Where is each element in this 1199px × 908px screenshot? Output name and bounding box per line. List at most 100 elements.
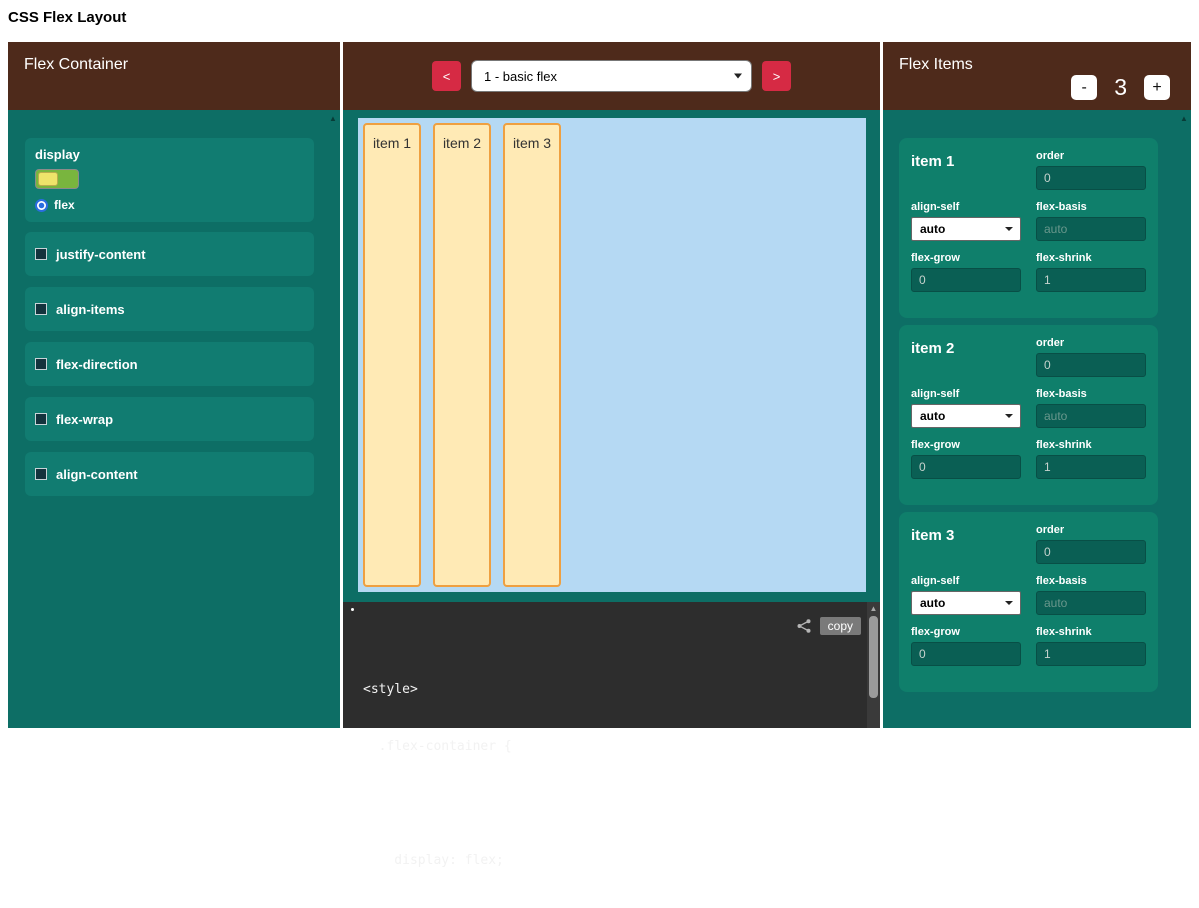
code-viewer: <style> .flex-container { display: flex;… [343,602,880,728]
display-label: display [35,147,304,162]
scroll-up-icon[interactable]: ▲ [1178,114,1190,124]
flex-basis-field: flex-basis [1036,388,1146,428]
flex-grow-input[interactable] [911,268,1021,292]
item-count: 3 [1114,74,1127,101]
flex-direction-checkbox[interactable] [35,358,47,370]
align-self-field: align-self auto [911,575,1021,615]
flex-shrink-field: flex-shrink [1036,626,1146,666]
flex-grow-field: flex-grow [911,626,1021,666]
example-select[interactable]: 1 - basic flex [471,60,752,92]
flex-items-body: item 1 order align-self auto [883,110,1191,728]
item-card-3: item 3 order align-self auto [899,512,1158,692]
code-line [363,794,860,813]
flex-shrink-input[interactable] [1036,642,1146,666]
align-self-select[interactable]: auto [911,217,1021,241]
flex-container-panel: Flex Container display flex justify-cont… [8,42,340,728]
justify-content-checkbox[interactable] [35,248,47,260]
flex-basis-input[interactable] [1036,591,1146,615]
order-label: order [1036,150,1146,162]
flex-grow-label: flex-grow [911,439,1021,451]
next-example-button[interactable]: > [762,61,791,91]
option-flex-direction: flex-direction [25,342,314,386]
flex-items-title: Flex Items [899,56,973,74]
scroll-up-icon[interactable]: ▲ [327,114,339,124]
copy-button[interactable]: copy [820,617,861,635]
flex-demo-container: item 1 item 2 item 3 [358,118,866,592]
flex-wrap-label: flex-wrap [56,412,113,427]
page-title: CSS Flex Layout [8,9,126,26]
item-card-title: item 1 [911,150,1021,190]
align-self-label: align-self [911,201,1021,213]
flex-items-panel: Flex Items - 3 + item 1 order align-self [883,42,1191,728]
flex-basis-label: flex-basis [1036,201,1146,213]
flex-grow-label: flex-grow [911,626,1021,638]
item-card-title: item 2 [911,337,1021,377]
align-content-checkbox[interactable] [35,468,47,480]
align-items-checkbox[interactable] [35,303,47,315]
preview-body: item 1 item 2 item 3 <style> .flex-conta… [343,110,880,728]
flex-container-header: Flex Container [8,42,340,110]
item-card-1: item 1 order align-self auto [899,138,1158,318]
flex-grow-label: flex-grow [911,252,1021,264]
order-field: order [1036,337,1146,377]
remove-item-button[interactable]: - [1071,75,1097,100]
flex-container-body: display flex justify-content align-items [8,110,340,728]
flex-basis-label: flex-basis [1036,575,1146,587]
flex-grow-input[interactable] [911,455,1021,479]
align-self-field: align-self auto [911,388,1021,428]
align-items-label: align-items [56,302,125,317]
item-card-title: item 3 [911,524,1021,564]
order-label: order [1036,524,1146,536]
flex-demo-item: item 3 [503,123,561,587]
scroll-up-icon[interactable]: ▲ [867,604,880,614]
code-cursor-dot [351,608,354,611]
order-field: order [1036,150,1146,190]
flex-shrink-label: flex-shrink [1036,439,1146,451]
flex-shrink-input[interactable] [1036,268,1146,292]
prev-example-button[interactable]: < [432,61,461,91]
flex-shrink-field: flex-shrink [1036,439,1146,479]
flex-grow-field: flex-grow [911,439,1021,479]
flex-basis-label: flex-basis [1036,388,1146,400]
flex-radio[interactable] [35,199,48,212]
flex-basis-input[interactable] [1036,217,1146,241]
flex-items-header: Flex Items - 3 + [883,42,1191,110]
display-group: display flex [25,138,314,222]
option-align-content: align-content [25,452,314,496]
code-scrollbar-thumb[interactable] [869,616,878,698]
flex-basis-field: flex-basis [1036,201,1146,241]
flex-shrink-label: flex-shrink [1036,252,1146,264]
item-card-2: item 2 order align-self auto [899,325,1158,505]
justify-content-label: justify-content [56,247,146,262]
example-selector-bar: < 1 - basic flex > [343,42,880,110]
flex-basis-input[interactable] [1036,404,1146,428]
code-block: <style> .flex-container { display: flex; [343,602,880,908]
flex-radio-label: flex [54,198,75,212]
display-toggle-knob [38,172,58,186]
flex-grow-field: flex-grow [911,252,1021,292]
flex-shrink-input[interactable] [1036,455,1146,479]
order-input[interactable] [1036,540,1146,564]
align-self-select[interactable]: auto [911,591,1021,615]
order-input[interactable] [1036,166,1146,190]
code-scrollbar[interactable]: ▲ [867,602,880,728]
align-self-select[interactable]: auto [911,404,1021,428]
order-input[interactable] [1036,353,1146,377]
flex-direction-label: flex-direction [56,357,138,372]
order-label: order [1036,337,1146,349]
align-self-field: align-self auto [911,201,1021,241]
flex-shrink-label: flex-shrink [1036,626,1146,638]
order-field: order [1036,524,1146,564]
share-icon[interactable] [796,618,812,634]
align-self-label: align-self [911,575,1021,587]
flex-container-title: Flex Container [24,56,128,74]
add-item-button[interactable]: + [1144,75,1170,100]
flex-basis-field: flex-basis [1036,575,1146,615]
flex-shrink-field: flex-shrink [1036,252,1146,292]
code-line: .flex-container { [363,737,860,756]
display-toggle[interactable] [35,169,79,189]
code-line: display: flex; [363,851,860,870]
flex-wrap-checkbox[interactable] [35,413,47,425]
option-flex-wrap: flex-wrap [25,397,314,441]
flex-grow-input[interactable] [911,642,1021,666]
